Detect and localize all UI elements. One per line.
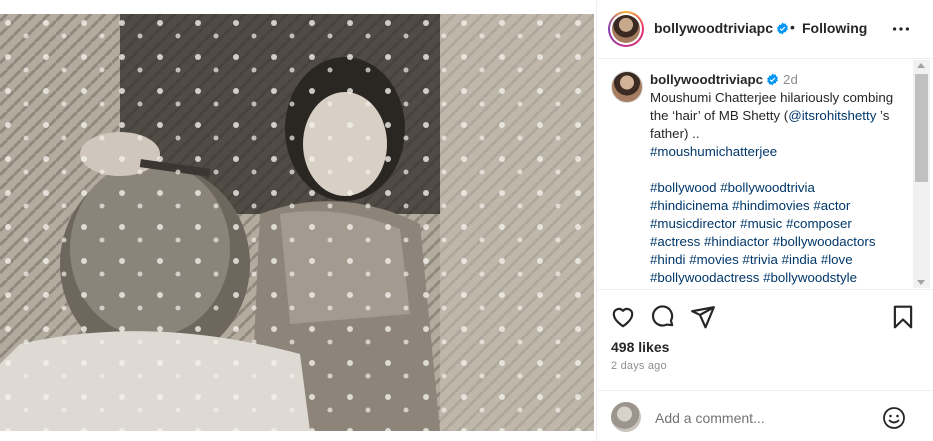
hashtag[interactable]: #bollywoodstyle (763, 270, 857, 285)
caption-scrollbar[interactable] (913, 60, 930, 288)
hashtag[interactable]: #hindi (650, 252, 686, 267)
hashtag[interactable]: #movies (689, 252, 739, 267)
following-button[interactable]: Following (802, 20, 867, 36)
comment-divider (597, 390, 933, 391)
hashtag[interactable]: #actress (650, 234, 700, 249)
caption-time: 2d (783, 72, 798, 87)
hashtag[interactable]: #love (821, 252, 853, 267)
header-separator: • (790, 19, 795, 35)
hashtag[interactable]: #musicdirector (650, 216, 736, 231)
post-date: 2 days ago (611, 360, 667, 372)
hashtag[interactable]: #hindimovies (732, 198, 810, 213)
caption-text: bollywoodtriviapc 2d Moushumi Chatterjee … (650, 71, 912, 287)
hashtag[interactable]: #bollywoodtrivia (720, 180, 815, 195)
post-photo-pane (0, 0, 596, 441)
caption-avatar[interactable] (611, 71, 643, 103)
comment-input[interactable] (655, 408, 875, 428)
post-photo[interactable] (0, 14, 594, 431)
comment-icon[interactable] (650, 304, 676, 330)
scroll-thumb[interactable] (915, 74, 928, 182)
verified-badge-icon (777, 22, 788, 35)
post-header: bollywoodtriviapc • Following (597, 0, 933, 59)
more-options-icon[interactable] (890, 18, 912, 40)
mention-link[interactable]: @itsrohitshetty (788, 108, 876, 123)
hashtag[interactable]: #trivia (742, 252, 777, 267)
hashtag[interactable]: #composer (786, 216, 852, 231)
scroll-down-arrow-icon[interactable] (917, 280, 925, 285)
emoji-icon[interactable] (882, 406, 906, 430)
hashtag[interactable]: #music (740, 216, 782, 231)
action-bar (597, 300, 933, 334)
hashtag-main[interactable]: #moushumichatterjee (650, 144, 777, 159)
hashtag[interactable]: #actor (813, 198, 850, 213)
heart-icon[interactable] (610, 304, 636, 330)
hashtag[interactable]: #bollywoodactors (773, 234, 876, 249)
hashtag[interactable]: #hindicinema (650, 198, 728, 213)
hashtag[interactable]: #hindiactor (704, 234, 769, 249)
bookmark-icon[interactable] (890, 304, 916, 330)
header-username[interactable]: bollywoodtriviapc (654, 20, 789, 36)
scroll-up-arrow-icon[interactable] (917, 63, 925, 68)
share-icon[interactable] (690, 304, 716, 330)
hashtag[interactable]: #bollywood (650, 180, 717, 195)
like-count[interactable]: 498 likes (611, 339, 669, 355)
hashtag[interactable]: #india (782, 252, 818, 267)
header-avatar[interactable] (608, 11, 644, 47)
photo-illustration (0, 14, 594, 431)
caption-username[interactable]: bollywoodtriviapc (650, 72, 763, 87)
post-sidebar: bollywoodtriviapc • Following bollywoodt… (597, 0, 933, 441)
caption-area: bollywoodtriviapc 2d Moushumi Chatterjee … (597, 60, 933, 288)
hashtag[interactable]: #bollywoodactress (650, 270, 759, 285)
viewer-avatar (611, 402, 641, 432)
caption-verified-badge-icon (767, 73, 778, 86)
actions-divider (597, 289, 933, 290)
